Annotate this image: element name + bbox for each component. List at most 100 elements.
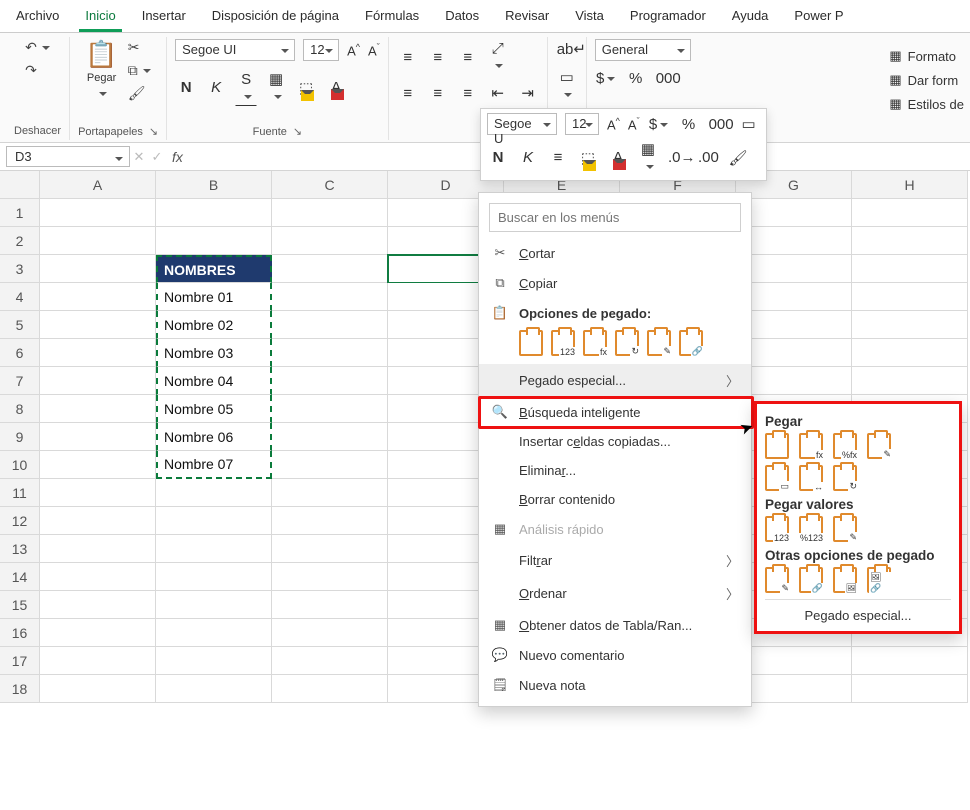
ctx-clear[interactable]: Borrar contenido — [479, 485, 751, 514]
cell[interactable] — [40, 423, 156, 451]
cell[interactable] — [156, 227, 272, 255]
cell[interactable] — [272, 395, 388, 423]
cell[interactable] — [736, 283, 852, 311]
cell[interactable] — [272, 255, 388, 283]
cell-B6[interactable]: Nombre 03 — [156, 339, 272, 367]
tab-vista[interactable]: Vista — [569, 4, 610, 32]
sub-paste-transpose-icon[interactable]: ↻ — [833, 465, 857, 491]
cell[interactable] — [40, 227, 156, 255]
ctx-insert-copied[interactable]: Insertar celdas copiadas... — [479, 427, 751, 456]
row-header[interactable]: 8 — [0, 395, 40, 423]
cell[interactable] — [272, 591, 388, 619]
row-header[interactable]: 16 — [0, 619, 40, 647]
cell[interactable] — [40, 367, 156, 395]
tab-archivo[interactable]: Archivo — [10, 4, 65, 32]
thousands-button[interactable]: 000 — [655, 69, 677, 88]
mini-merge[interactable]: ▭ — [738, 114, 760, 134]
paste-link-icon[interactable]: 🔗 — [679, 330, 703, 356]
tab-programador[interactable]: Programador — [624, 4, 712, 32]
cell[interactable] — [40, 255, 156, 283]
row-header[interactable]: 13 — [0, 535, 40, 563]
cell[interactable] — [156, 535, 272, 563]
cell[interactable] — [40, 675, 156, 703]
cell[interactable] — [736, 675, 852, 703]
paste-values-icon[interactable]: 123 — [551, 330, 575, 356]
clipboard-dialog-launcher[interactable]: ↘ — [149, 125, 158, 138]
cell-B3[interactable]: NOMBRES — [156, 255, 272, 283]
mini-thousands[interactable]: 000 — [708, 115, 730, 134]
cell-B8[interactable]: Nombre 05 — [156, 395, 272, 423]
ctx-filter[interactable]: Filtrar〉 — [479, 544, 751, 577]
cell[interactable] — [852, 199, 968, 227]
sub-paste-all-icon[interactable] — [765, 433, 789, 459]
ctx-cut[interactable]: ✂Cortar — [479, 238, 751, 268]
sub-paste-link-icon[interactable]: 🔗 — [799, 567, 823, 593]
sub-values-number-icon[interactable]: %123 — [799, 516, 823, 542]
align-left-button[interactable]: ≡ — [397, 84, 419, 103]
align-right-button[interactable]: ≡ — [457, 84, 479, 103]
cell[interactable] — [40, 563, 156, 591]
row-header[interactable]: 6 — [0, 339, 40, 367]
cell[interactable] — [272, 563, 388, 591]
mini-bold[interactable]: N — [487, 148, 509, 167]
row-header[interactable]: 3 — [0, 255, 40, 283]
cell[interactable] — [852, 339, 968, 367]
cell[interactable] — [156, 199, 272, 227]
cell-B9[interactable]: Nombre 06 — [156, 423, 272, 451]
cell[interactable] — [852, 675, 968, 703]
sub-paste-formulas-number-icon[interactable]: %fx — [833, 433, 857, 459]
align-top-button[interactable]: ≡ — [397, 48, 419, 67]
tab-disposicion[interactable]: Disposición de página — [206, 4, 345, 32]
ctx-paste-special[interactable]: Pegado especial...〉 — [479, 364, 751, 397]
mini-font-name[interactable]: Segoe U — [487, 113, 557, 135]
cell-B4[interactable]: Nombre 01 — [156, 283, 272, 311]
mini-font-color[interactable]: A — [607, 148, 629, 167]
format-as-table-button[interactable]: ▦ Dar form — [889, 72, 964, 88]
cell[interactable] — [272, 507, 388, 535]
paste-transpose-icon[interactable]: ↻ — [615, 330, 639, 356]
enter-formula-icon[interactable]: ✓ — [148, 149, 166, 165]
sub-paste-formulas-icon[interactable]: fx — [799, 433, 823, 459]
tab-datos[interactable]: Datos — [439, 4, 485, 32]
row-header[interactable]: 15 — [0, 591, 40, 619]
borders-button[interactable]: ▦ — [265, 69, 287, 106]
cell[interactable] — [156, 675, 272, 703]
row-header[interactable]: 14 — [0, 563, 40, 591]
tab-formulas[interactable]: Fórmulas — [359, 4, 425, 32]
cell[interactable] — [272, 479, 388, 507]
ctx-new-comment[interactable]: 💬Nuevo comentario — [479, 640, 751, 670]
bold-button[interactable]: N — [175, 78, 197, 97]
row-header[interactable]: 10 — [0, 451, 40, 479]
cell-styles-button[interactable]: ▦ Estilos de — [889, 96, 964, 112]
mini-font-size[interactable]: 12 — [565, 113, 599, 135]
cell[interactable] — [272, 311, 388, 339]
row-header[interactable]: 11 — [0, 479, 40, 507]
sub-values-source-icon[interactable]: ✎ — [833, 516, 857, 542]
sub-paste-colwidth-icon[interactable]: ↔ — [799, 465, 823, 491]
cell[interactable] — [40, 311, 156, 339]
align-center-button[interactable]: ≡ — [427, 84, 449, 103]
cell[interactable] — [736, 311, 852, 339]
ctx-copy[interactable]: ⧉Copiar — [479, 268, 751, 298]
cell[interactable] — [736, 227, 852, 255]
row-header[interactable]: 7 — [0, 367, 40, 395]
cell[interactable] — [852, 367, 968, 395]
cell[interactable] — [272, 535, 388, 563]
cell[interactable] — [736, 367, 852, 395]
redo-button[interactable]: ↷ — [25, 62, 50, 79]
cell[interactable] — [272, 451, 388, 479]
sub-linked-picture-icon[interactable]: 🖼🔗 — [867, 567, 891, 593]
paste-dropdown[interactable] — [96, 86, 107, 101]
mini-align[interactable]: ≡ — [547, 148, 569, 167]
col-header-B[interactable]: B — [156, 171, 272, 199]
col-header-A[interactable]: A — [40, 171, 156, 199]
indent-inc-button[interactable]: ⇥ — [517, 83, 539, 103]
cell[interactable] — [40, 535, 156, 563]
cell[interactable] — [852, 227, 968, 255]
cell[interactable] — [852, 283, 968, 311]
mini-borders[interactable]: ▦ — [637, 139, 659, 176]
sub-paste-noborders-icon[interactable]: ▭ — [765, 465, 789, 491]
indent-dec-button[interactable]: ⇤ — [487, 83, 509, 103]
italic-button[interactable]: K — [205, 78, 227, 97]
sub-paste-keep-source-icon[interactable]: ✎ — [867, 433, 891, 459]
